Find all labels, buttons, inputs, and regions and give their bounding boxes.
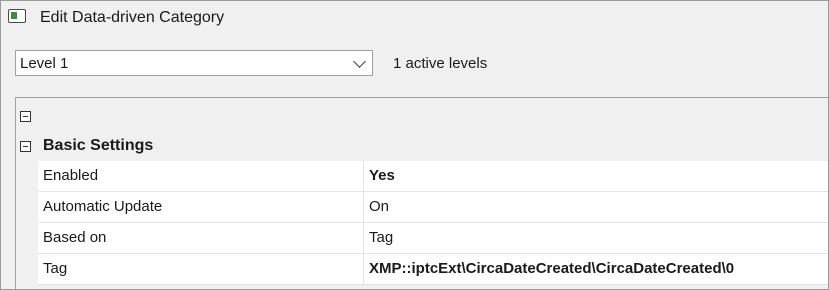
level-dropdown[interactable]: Level 1 [15, 50, 373, 76]
property-name: Tag [43, 260, 68, 277]
root-group-row[interactable] [16, 101, 828, 131]
property-value[interactable]: On [369, 198, 389, 215]
property-value[interactable]: Tag [369, 229, 393, 246]
column-divider[interactable] [363, 192, 364, 222]
category-window-icon [8, 9, 26, 23]
property-value[interactable]: Yes [369, 167, 395, 184]
property-name: Automatic Update [43, 198, 163, 215]
basic-settings-label: Basic Settings [43, 137, 154, 154]
property-row-based-on[interactable]: Based on Tag [38, 223, 828, 254]
basic-settings-group-row[interactable]: Basic Settings [16, 131, 828, 161]
property-row-tag[interactable]: Tag XMP::iptcExt\CircaDateCreated\CircaD… [38, 254, 828, 285]
title-bar: Edit Data-driven Category [1, 1, 828, 37]
property-row-automatic-update[interactable]: Automatic Update On [38, 192, 828, 223]
property-name: Enabled [43, 167, 99, 184]
edit-category-window: Edit Data-driven Category Level 1 1 acti… [0, 0, 829, 290]
property-grid: Basic Settings Enabled Yes Automatic Upd… [15, 97, 828, 289]
window-title: Edit Data-driven Category [40, 9, 225, 26]
level-dropdown-value: Level 1 [20, 54, 69, 72]
column-divider[interactable] [363, 161, 364, 191]
chevron-down-icon[interactable] [353, 55, 366, 68]
active-levels-label: 1 active levels [393, 55, 488, 72]
property-name: Based on [43, 229, 107, 246]
collapse-icon[interactable] [20, 140, 31, 152]
property-row-enabled[interactable]: Enabled Yes [38, 161, 828, 192]
column-divider[interactable] [363, 254, 364, 284]
property-value[interactable]: XMP::iptcExt\CircaDateCreated\CircaDateC… [369, 260, 734, 277]
column-divider[interactable] [363, 223, 364, 253]
collapse-icon[interactable] [20, 110, 31, 122]
